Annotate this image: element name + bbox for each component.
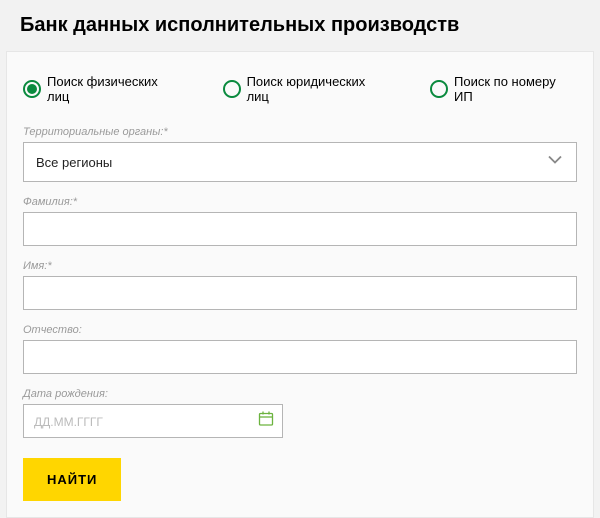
lastname-label: Фамилия:* — [23, 196, 577, 208]
radio-legal-entities[interactable]: Поиск юридических лиц — [223, 74, 390, 104]
radio-icon — [23, 80, 41, 98]
calendar-icon[interactable] — [257, 410, 275, 433]
firstname-input[interactable] — [23, 276, 577, 310]
radio-icon — [430, 80, 448, 98]
radio-ip-number[interactable]: Поиск по номеру ИП — [430, 74, 577, 104]
territory-value: Все регионы — [36, 155, 112, 170]
radio-label: Поиск юридических лиц — [247, 74, 390, 104]
territory-group: Территориальные органы:* Все регионы — [23, 126, 577, 182]
birthdate-label: Дата рождения: — [23, 388, 577, 400]
patronymic-group: Отчество: — [23, 324, 577, 374]
page-title: Банк данных исполнительных производств — [0, 14, 600, 51]
firstname-label: Имя:* — [23, 260, 577, 272]
page-container: Банк данных исполнительных производств П… — [0, 0, 600, 518]
radio-icon — [223, 80, 241, 98]
radio-label: Поиск физических лиц — [47, 74, 183, 104]
territory-select[interactable]: Все регионы — [23, 142, 577, 182]
lastname-group: Фамилия:* — [23, 196, 577, 246]
firstname-group: Имя:* — [23, 260, 577, 310]
radio-individuals[interactable]: Поиск физических лиц — [23, 74, 183, 104]
submit-button[interactable]: НАЙТИ — [23, 458, 121, 501]
birthdate-wrap — [23, 404, 283, 438]
search-form: Поиск физических лиц Поиск юридических л… — [6, 51, 594, 518]
patronymic-input[interactable] — [23, 340, 577, 374]
patronymic-label: Отчество: — [23, 324, 577, 336]
birthdate-group: Дата рождения: — [23, 388, 577, 438]
lastname-input[interactable] — [23, 212, 577, 246]
radio-label: Поиск по номеру ИП — [454, 74, 577, 104]
birthdate-input[interactable] — [23, 404, 283, 438]
territory-label: Территориальные органы:* — [23, 126, 577, 138]
chevron-down-icon — [546, 151, 564, 174]
search-type-radios: Поиск физических лиц Поиск юридических л… — [23, 74, 577, 104]
